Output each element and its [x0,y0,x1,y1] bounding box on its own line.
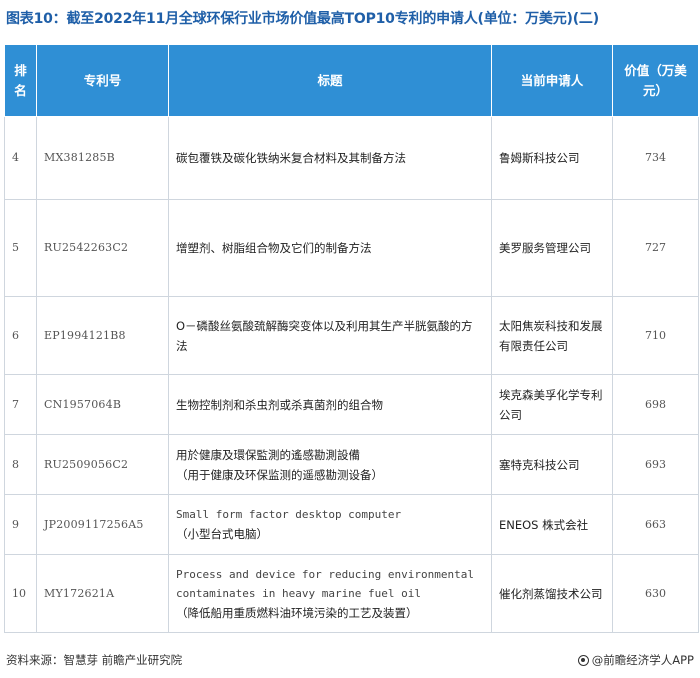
brand-credit: @前瞻经济学人APP [577,652,694,668]
cell-patent-no: MX381285B [36,116,169,200]
cell-title: 增塑剂、树脂组合物及它们的制备方法 [168,199,492,297]
cell-title-cn: （用于健康及环保监测的遥感勘测设备） [176,467,383,482]
cell-patent-no: CN1957064B [36,374,169,435]
table-row: 5 RU2542263C2 增塑剂、树脂组合物及它们的制备方法 美罗服务管理公司… [4,199,699,297]
cell-title-cn: 增塑剂、树脂组合物及它们的制备方法 [176,241,372,255]
cell-rank: 8 [4,434,37,495]
table-row: 6 EP1994121B8 O－磷酸丝氨酸巯解酶突变体以及利用其生产半胱氨酸的方… [4,296,699,375]
cell-applicant: 太阳焦炭科技和发展有限责任公司 [491,296,613,375]
cell-applicant: 塞特克科技公司 [491,434,613,495]
header-applicant: 当前申请人 [491,44,613,117]
cell-value: 698 [612,374,699,435]
cell-title: O－磷酸丝氨酸巯解酶突变体以及利用其生产半胱氨酸的方法 [168,296,492,375]
cell-applicant: ENEOS 株式会社 [491,494,613,555]
cell-patent-no: JP2009117256A5 [36,494,169,555]
header-rank: 排名 [4,44,37,117]
cell-patent-no: RU2542263C2 [36,199,169,297]
cell-title-cn: （小型台式电脑） [176,527,268,541]
header-title: 标题 [168,44,492,117]
header-value: 价值（万美元） [612,44,699,117]
cell-rank: 4 [4,116,37,200]
table-header-row: 排名 专利号 标题 当前申请人 价值（万美元） [4,44,699,117]
table-row: 10 MY172621A Process and device for redu… [4,554,699,633]
cell-patent-no: EP1994121B8 [36,296,169,375]
table-row: 8 RU2509056C2 用於健康及環保監測的遙感勘測設備 （用于健康及环保监… [4,434,699,495]
cell-rank: 5 [4,199,37,297]
cell-title-cn: 碳包覆铁及碳化铁纳米复合材料及其制备方法 [176,151,406,165]
cell-value: 727 [612,199,699,297]
cell-title-cn: （降低船用重质燃料油环境污染的工艺及装置） [176,605,418,620]
cell-title-en: Process and device for reducing environm… [176,567,475,600]
header-patent-no: 专利号 [36,44,169,117]
patent-table: 排名 专利号 标题 当前申请人 价值（万美元） 4 MX381285B 碳包覆铁… [4,44,699,633]
cell-title: 碳包覆铁及碳化铁纳米复合材料及其制备方法 [168,116,492,200]
cell-title-original: 用於健康及環保監測的遙感勘測設備 [176,447,360,462]
table-row: 9 JP2009117256A5 Small form factor deskt… [4,494,699,555]
cell-patent-no: MY172621A [36,554,169,633]
cell-value: 630 [612,554,699,633]
cell-title: 生物控制剂和杀虫剂或杀真菌剂的组合物 [168,374,492,435]
table-row: 4 MX381285B 碳包覆铁及碳化铁纳米复合材料及其制备方法 鲁姆斯科技公司… [4,116,699,200]
cell-title-en: Small form factor desktop computer [176,508,402,521]
cell-title-cn: O－磷酸丝氨酸巯解酶突变体以及利用其生产半胱氨酸的方法 [176,318,473,353]
cell-applicant: 埃克森美孚化学专利公司 [491,374,613,435]
brand-credit-text: @前瞻经济学人APP [591,653,694,667]
cell-title: Process and device for reducing environm… [168,554,492,633]
cell-value: 693 [612,434,699,495]
cell-title-cn: 生物控制剂和杀虫剂或杀真菌剂的组合物 [176,397,383,412]
source-note: 资料来源：智慧芽 前瞻产业研究院 [6,653,183,667]
cell-applicant: 美罗服务管理公司 [491,199,613,297]
table-row: 7 CN1957064B 生物控制剂和杀虫剂或杀真菌剂的组合物 埃克森美孚化学专… [4,374,699,435]
figure-title: 图表10：截至2022年11月全球环保行业市场价值最高TOP10专利的申请人(单… [6,11,599,27]
cell-rank: 6 [4,296,37,375]
cell-patent-no: RU2509056C2 [36,434,169,495]
cell-value: 734 [612,116,699,200]
cell-rank: 9 [4,494,37,555]
cell-rank: 7 [4,374,37,435]
cell-value: 663 [612,494,699,555]
cell-title: Small form factor desktop computer （小型台式… [168,494,492,555]
cell-value: 710 [612,296,699,375]
cell-rank: 10 [4,554,37,633]
cell-applicant: 鲁姆斯科技公司 [491,116,613,200]
circle-logo-icon [577,654,589,666]
cell-applicant: 催化剂蒸馏技术公司 [491,554,613,633]
cell-title: 用於健康及環保監測的遙感勘測設備 （用于健康及环保监测的遥感勘测设备） [168,434,492,495]
